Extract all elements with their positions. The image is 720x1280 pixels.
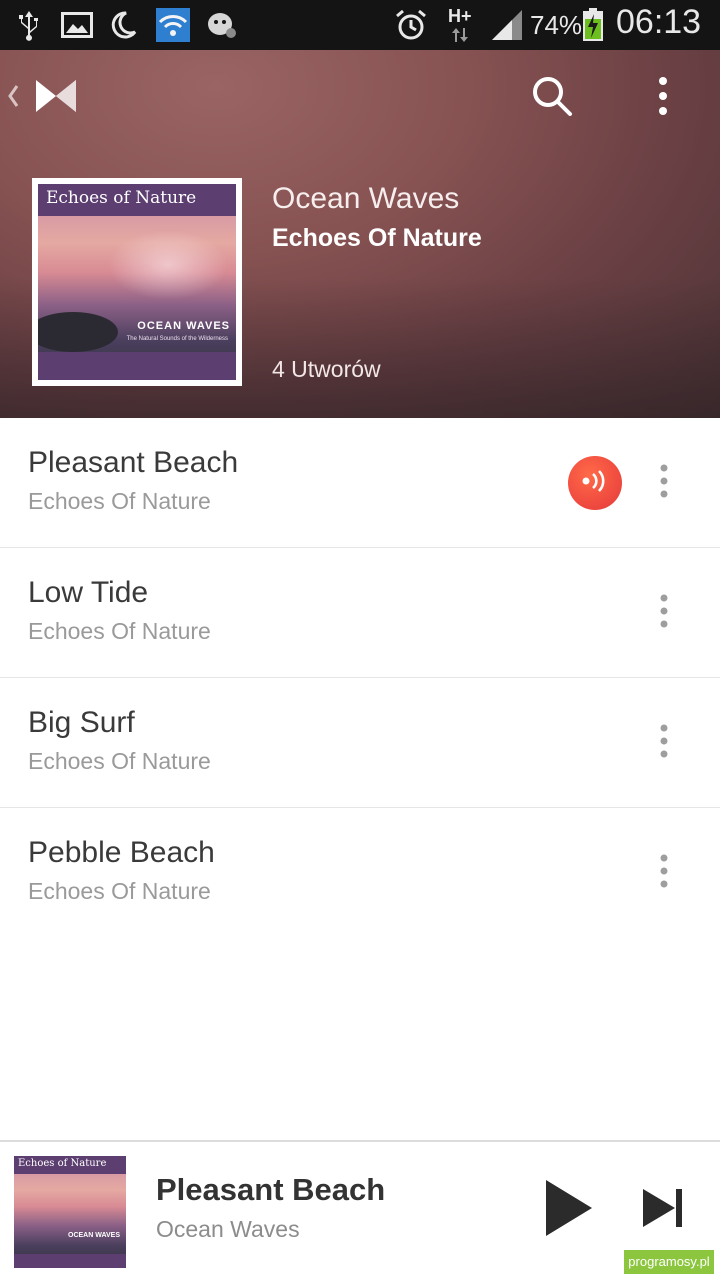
mini-art-banner: Echoes of Nature bbox=[18, 1158, 107, 1169]
album-art-subtitle: OCEAN WAVES bbox=[137, 320, 230, 332]
play-button[interactable] bbox=[536, 1178, 600, 1242]
track-title: Big Surf bbox=[28, 706, 135, 739]
track-count: 4 Utworów bbox=[272, 356, 381, 382]
search-button[interactable] bbox=[526, 72, 578, 124]
mini-player-title: Pleasant Beach bbox=[156, 1172, 386, 1207]
search-icon bbox=[531, 75, 573, 122]
track-menu-button[interactable] bbox=[646, 848, 682, 898]
app-dog-icon bbox=[204, 8, 238, 42]
app-logo-icon bbox=[34, 76, 78, 121]
album-art-banner: Echoes of Nature bbox=[46, 188, 197, 208]
overflow-menu-icon bbox=[658, 76, 668, 121]
album-artist[interactable]: Echoes Of Nature bbox=[272, 224, 482, 253]
track-artist: Echoes Of Nature bbox=[28, 878, 211, 904]
mini-player-subtitle: Ocean Waves bbox=[156, 1216, 300, 1242]
watermark: programosy.pl bbox=[624, 1250, 714, 1274]
status-time: 06:13 bbox=[616, 3, 702, 41]
track-row[interactable]: Low Tide Echoes Of Nature bbox=[0, 548, 720, 678]
track-artist: Echoes Of Nature bbox=[28, 488, 211, 514]
wifi-icon bbox=[156, 8, 190, 42]
overflow-menu-icon bbox=[659, 724, 669, 763]
track-menu-button[interactable] bbox=[646, 458, 682, 508]
track-artist: Echoes Of Nature bbox=[28, 618, 211, 644]
speaker-waves-icon bbox=[580, 469, 610, 498]
back-button[interactable] bbox=[6, 74, 86, 122]
do-not-disturb-moon-icon bbox=[106, 8, 140, 42]
track-list: Pleasant Beach Echoes Of Nature Low Tide… bbox=[0, 418, 720, 938]
overflow-menu-button[interactable] bbox=[640, 72, 686, 124]
album-header: Echoes of Nature OCEAN WAVES The Natural… bbox=[0, 50, 720, 418]
overflow-menu-icon bbox=[659, 854, 669, 893]
battery-charging-icon bbox=[580, 8, 606, 42]
overflow-menu-icon bbox=[659, 594, 669, 633]
album-art: Echoes of Nature OCEAN WAVES The Natural… bbox=[32, 178, 242, 386]
data-arrows-icon bbox=[450, 26, 470, 44]
play-icon bbox=[542, 1178, 594, 1243]
track-artist: Echoes Of Nature bbox=[28, 748, 211, 774]
usb-icon bbox=[12, 8, 46, 42]
track-row[interactable]: Big Surf Echoes Of Nature bbox=[0, 678, 720, 808]
mini-player[interactable]: Echoes of Nature OCEAN WAVES Pleasant Be… bbox=[0, 1140, 720, 1280]
overflow-menu-icon bbox=[659, 464, 669, 503]
signal-icon bbox=[490, 8, 524, 42]
skip-next-icon bbox=[641, 1187, 685, 1234]
track-menu-button[interactable] bbox=[646, 718, 682, 768]
mini-art-subtitle: OCEAN WAVES bbox=[68, 1232, 120, 1239]
album-title: Ocean Waves bbox=[272, 182, 460, 215]
skip-next-button[interactable] bbox=[634, 1182, 692, 1238]
alarm-clock-icon bbox=[394, 8, 428, 42]
battery-percent: 74% bbox=[530, 10, 583, 40]
track-row[interactable]: Pleasant Beach Echoes Of Nature bbox=[0, 418, 720, 548]
mini-player-art: Echoes of Nature OCEAN WAVES bbox=[14, 1156, 126, 1268]
track-title: Low Tide bbox=[28, 576, 149, 609]
track-row[interactable]: Pebble Beach Echoes Of Nature bbox=[0, 808, 720, 938]
album-art-tagline: The Natural Sounds of the Wilderness bbox=[126, 336, 228, 342]
back-icon bbox=[6, 82, 20, 115]
status-bar: H+ 74% 06:13 bbox=[0, 0, 720, 50]
track-title: Pleasant Beach bbox=[28, 446, 239, 479]
now-playing-indicator bbox=[568, 456, 622, 510]
image-icon bbox=[60, 8, 94, 42]
track-title: Pebble Beach bbox=[28, 836, 215, 869]
track-menu-button[interactable] bbox=[646, 588, 682, 638]
